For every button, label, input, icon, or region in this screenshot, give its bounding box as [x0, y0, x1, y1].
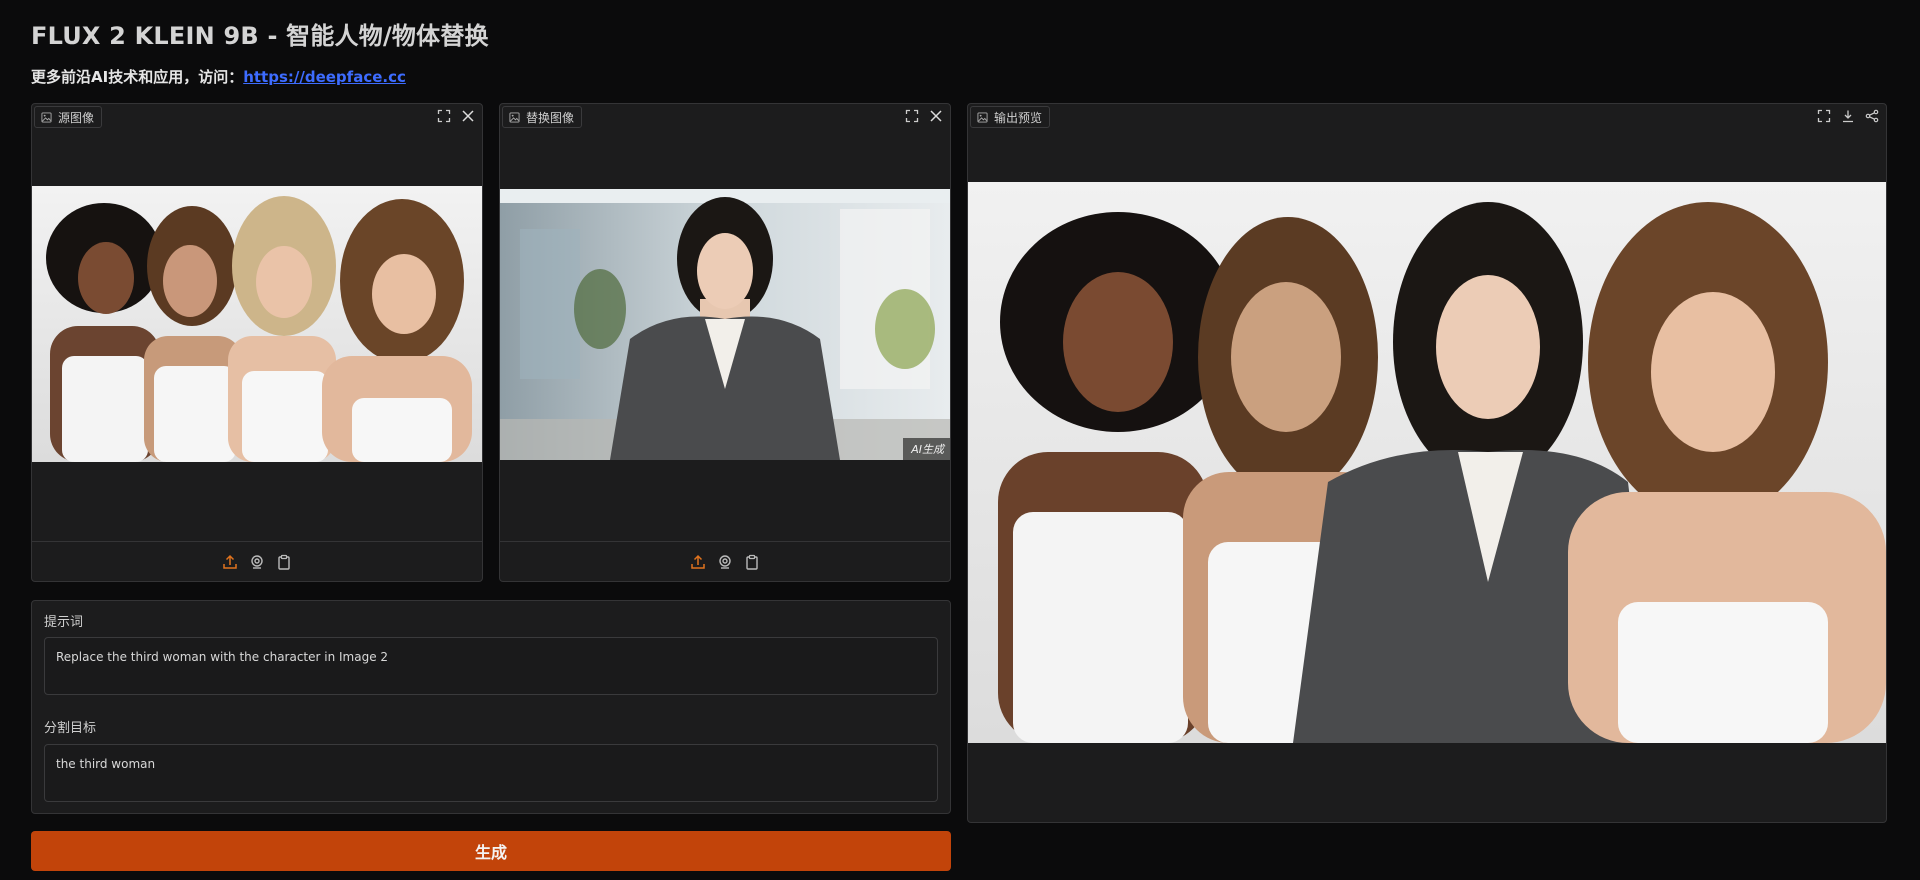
prompt-textarea[interactable]: Replace the third woman with the charact…: [44, 637, 938, 695]
output-image[interactable]: [968, 182, 1886, 743]
image-icon: [509, 111, 520, 123]
fullscreen-button[interactable]: [434, 106, 454, 126]
close-icon: [462, 110, 474, 122]
source-image[interactable]: [32, 186, 482, 462]
generate-button[interactable]: 生成: [31, 831, 951, 871]
output-preview-panel: 输出预览: [967, 103, 1887, 823]
replace-image-label: 替换图像: [502, 106, 583, 128]
webcam-icon: [251, 554, 263, 569]
page-subtitle: 更多前沿AI技术和应用，访问：https://deepface.cc: [31, 66, 406, 87]
replace-image-toolbar: [500, 541, 950, 581]
fullscreen-icon: [437, 109, 451, 123]
clipboard-icon: [746, 554, 758, 570]
webcam-button[interactable]: [248, 553, 266, 571]
webcam-icon: [719, 554, 731, 569]
source-photo: [32, 186, 482, 462]
output-photo: [968, 182, 1886, 743]
segment-target-label: 分割目标: [44, 721, 97, 736]
source-image-panel: 源图像: [31, 103, 483, 582]
fullscreen-button[interactable]: [1814, 106, 1834, 126]
image-icon: [977, 111, 988, 123]
fullscreen-icon: [1817, 109, 1831, 123]
source-image-toolbar: [32, 541, 482, 581]
subtitle-text: 更多前沿AI技术和应用，访问：: [31, 68, 244, 86]
upload-icon: [691, 554, 705, 569]
clipboard-icon: [278, 554, 290, 570]
fullscreen-icon: [905, 109, 919, 123]
ai-generated-badge: AI生成: [903, 438, 950, 460]
source-image-label: 源图像: [34, 106, 103, 128]
download-icon: [1843, 110, 1853, 123]
upload-button[interactable]: [221, 553, 239, 571]
segment-target-textarea[interactable]: the third woman: [44, 744, 938, 802]
deepface-link[interactable]: https://deepface.cc: [243, 68, 406, 86]
fullscreen-button[interactable]: [902, 106, 922, 126]
image-icon: [41, 111, 52, 123]
replace-photo: [500, 189, 950, 460]
upload-button[interactable]: [689, 553, 707, 571]
prompt-form: 提示词 Replace the third woman with the cha…: [31, 600, 951, 814]
replace-image-panel: 替换图像 AI生成: [499, 103, 951, 582]
prompt-label: 提示词: [44, 615, 84, 630]
paste-button[interactable]: [275, 553, 293, 571]
paste-button[interactable]: [743, 553, 761, 571]
share-icon: [1865, 109, 1879, 123]
page-title: FLUX 2 KLEIN 9B - 智能人物/物体替换: [31, 22, 489, 50]
webcam-button[interactable]: [716, 553, 734, 571]
replace-image[interactable]: AI生成: [500, 189, 950, 460]
clear-image-button[interactable]: [926, 106, 946, 126]
share-button[interactable]: [1862, 106, 1882, 126]
output-preview-label-text: 输出预览: [994, 110, 1043, 125]
clear-image-button[interactable]: [458, 106, 478, 126]
upload-icon: [223, 554, 237, 569]
source-image-label-text: 源图像: [58, 110, 95, 125]
output-preview-label: 输出预览: [970, 106, 1051, 128]
replace-image-label-text: 替换图像: [526, 110, 575, 125]
close-icon: [930, 110, 942, 122]
download-button[interactable]: [1838, 106, 1858, 126]
